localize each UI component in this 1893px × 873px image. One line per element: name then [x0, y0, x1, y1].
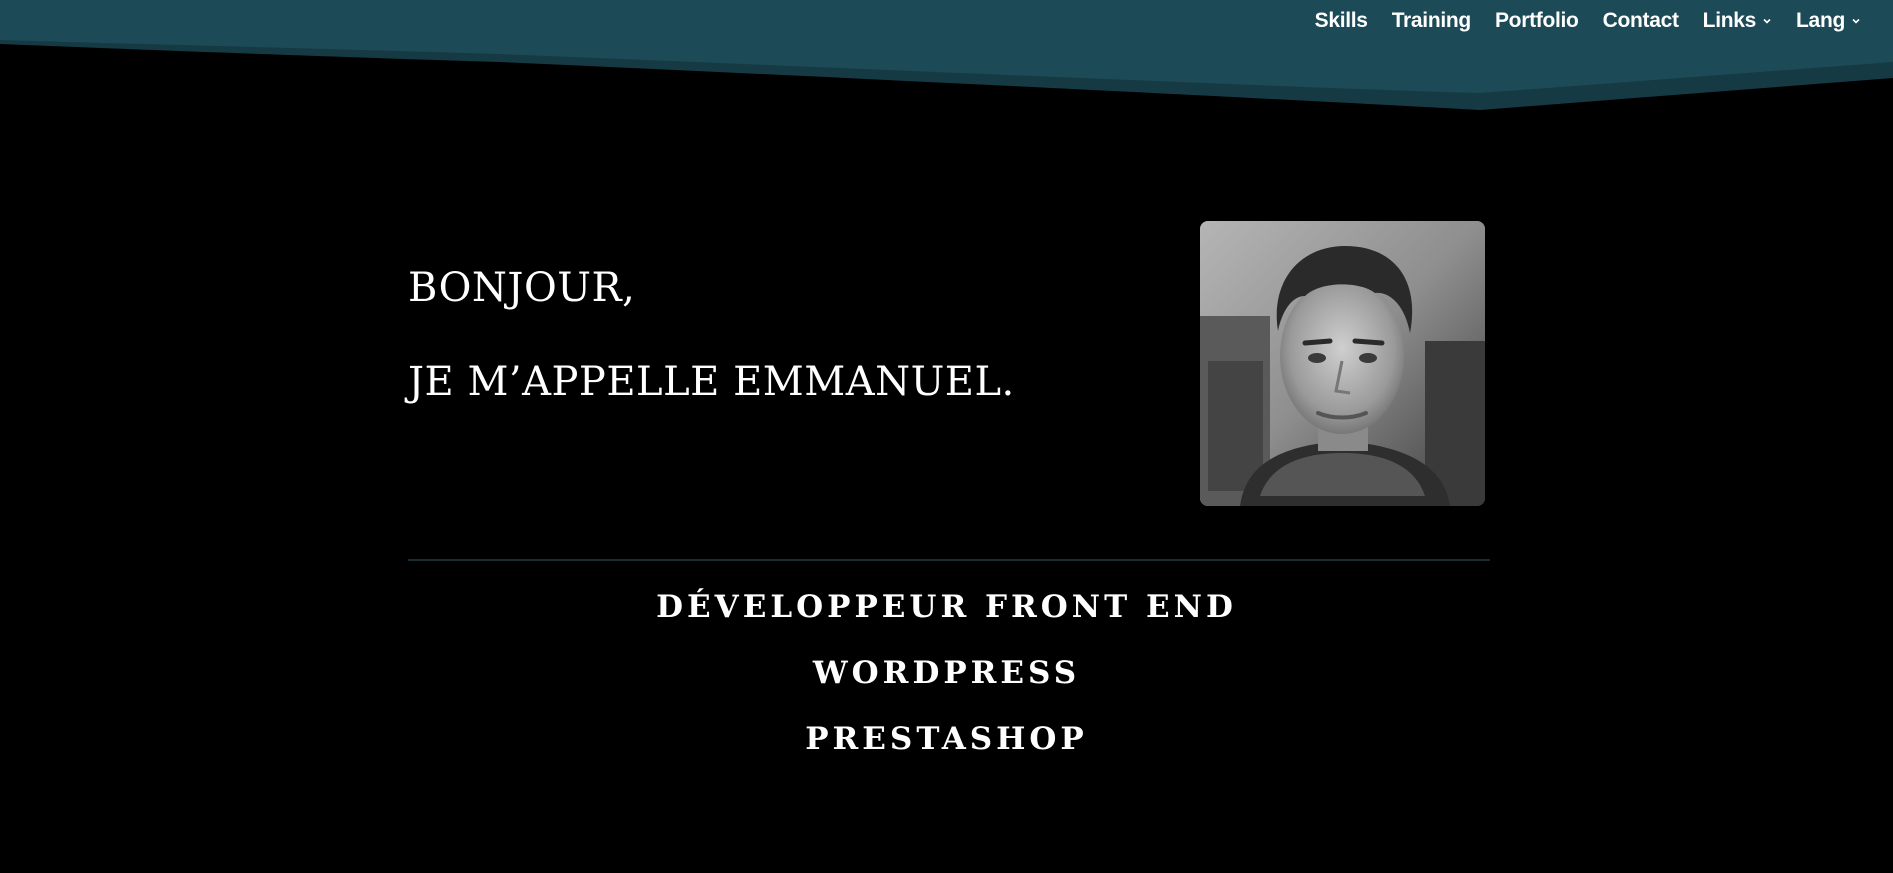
page: Skills Training Portfolio Contact Links …	[0, 0, 1893, 873]
section-divider	[408, 559, 1490, 561]
nav-item-label: Contact	[1602, 9, 1679, 32]
chevron-down-icon	[1852, 18, 1860, 24]
main-nav: Skills Training Portfolio Contact Links …	[1303, 6, 1873, 36]
nav-item-label: Training	[1391, 9, 1472, 32]
nav-item-label: Lang	[1796, 9, 1845, 32]
greeting-line-2: JE M’APPELLE EMMANUEL.	[408, 359, 1015, 405]
nav-item-contact[interactable]: Contact	[1591, 9, 1691, 33]
nav-item-portfolio[interactable]: Portfolio	[1483, 9, 1591, 33]
nav-item-lang[interactable]: Lang	[1784, 9, 1873, 33]
nav-item-label: Skills	[1314, 9, 1368, 32]
chevron-down-icon	[1763, 18, 1771, 24]
nav-item-links[interactable]: Links	[1691, 9, 1784, 33]
nav-item-skills[interactable]: Skills	[1303, 9, 1380, 33]
role-title: PRESTASHOP	[805, 721, 1088, 757]
greeting-line-1: BONJOUR,	[408, 265, 636, 311]
role-title: DÉVELOPPEUR FRONT END	[656, 589, 1237, 625]
portrait-photo	[1200, 221, 1485, 506]
role-title: WORDPRESS	[812, 655, 1081, 691]
nav-item-label: Links	[1702, 9, 1757, 32]
nav-item-label: Portfolio	[1494, 9, 1579, 32]
nav-item-training[interactable]: Training	[1380, 9, 1483, 33]
